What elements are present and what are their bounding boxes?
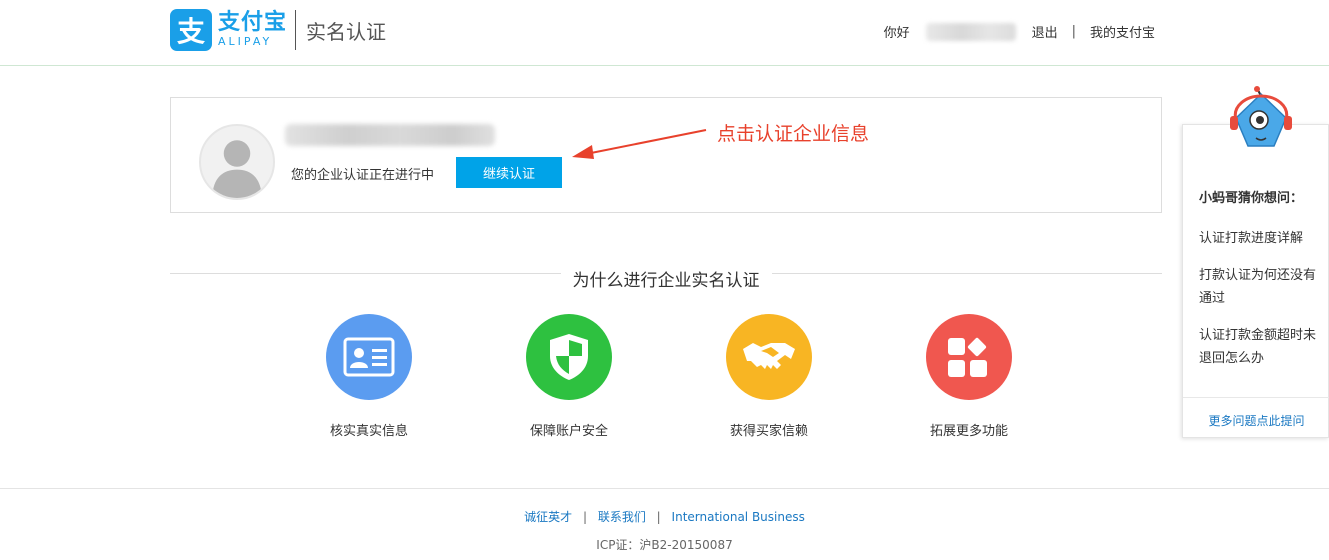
my-alipay-link[interactable]: 我的支付宝 <box>1090 22 1155 41</box>
feature-label: 拓展更多功能 <box>929 424 1008 439</box>
separator: | <box>582 510 587 524</box>
id-card-icon <box>326 314 412 400</box>
footer-links: 诚征英才 | 联系我们 | International Business <box>0 508 1329 525</box>
helper-question[interactable]: 打款认证为何还没有通过 <box>1199 264 1319 310</box>
helper-question[interactable]: 认证打款进度详解 <box>1199 227 1319 250</box>
feature-label: 保障账户安全 <box>529 424 608 439</box>
continue-verification-button[interactable]: 继续认证 <box>456 157 562 188</box>
why-title-text: 为什么进行企业实名认证 <box>560 271 772 291</box>
greeting-text: 你好 <box>883 26 910 41</box>
separator: | <box>1071 24 1076 39</box>
shield-icon <box>526 314 612 400</box>
status-message: 您的企业认证正在进行中 <box>291 168 435 183</box>
feature-buyer-trust: 获得买家信赖 <box>709 314 829 439</box>
ask-more-link[interactable]: 更多问题点此提问 <box>1183 412 1329 429</box>
logo-cn-text: 支付宝 <box>218 10 288 35</box>
avatar <box>199 124 275 200</box>
footer-divider <box>0 488 1329 489</box>
alipay-logo-icon: 支 <box>170 9 212 51</box>
feature-more-functions: 拓展更多功能 <box>909 314 1029 439</box>
feature-label: 获得买家信赖 <box>729 424 808 439</box>
contact-us-link[interactable]: 联系我们 <box>598 510 646 524</box>
why-section-header: 为什么进行企业实名认证 <box>170 262 1162 291</box>
logo-words: 支付宝 ALIPAY <box>218 11 287 49</box>
helper-question[interactable]: 认证打款金额超时未退回怎么办 <box>1199 324 1319 370</box>
international-business-link[interactable]: International Business <box>672 510 805 524</box>
apps-grid-icon <box>926 314 1012 400</box>
annotation-text: 点击认证企业信息 <box>717 123 870 145</box>
feature-label: 核实真实信息 <box>329 424 408 439</box>
helper-panel: 小蚂哥猜你想问： 认证打款进度详解 打款认证为何还没有通过 认证打款金额超时未退… <box>1182 124 1329 438</box>
handshake-icon <box>726 314 812 400</box>
feature-account-security: 保障账户安全 <box>509 314 629 439</box>
separator: | <box>656 510 661 524</box>
ant-mascot-icon[interactable] <box>1226 86 1296 152</box>
logo-divider <box>295 10 297 50</box>
username-blurred <box>925 22 1016 41</box>
logo-en-text: ALIPAY <box>218 35 273 48</box>
company-name-blurred <box>285 124 495 146</box>
header: 支 支付宝 ALIPAY 实名认证 你好 退出 | 我的支付宝 <box>0 0 1329 66</box>
user-bar: 你好 退出 | 我的支付宝 <box>884 22 1155 41</box>
page-title: 实名认证 <box>306 19 387 44</box>
helper-divider <box>1183 397 1329 398</box>
default-user-icon <box>212 140 262 198</box>
careers-link[interactable]: 诚征英才 <box>524 510 572 524</box>
logout-link[interactable]: 退出 <box>1032 22 1058 41</box>
why-title: 为什么进行企业实名认证 <box>170 266 1162 291</box>
helper-title: 小蚂哥猜你想问： <box>1199 191 1304 206</box>
feature-verify-info: 核实真实信息 <box>309 314 429 439</box>
alipay-logo[interactable]: 支 支付宝 ALIPAY 实名认证 <box>170 9 386 51</box>
icp-license: ICP证：沪B2-20150087 <box>596 538 733 552</box>
annotation-arrow-icon <box>572 129 707 159</box>
